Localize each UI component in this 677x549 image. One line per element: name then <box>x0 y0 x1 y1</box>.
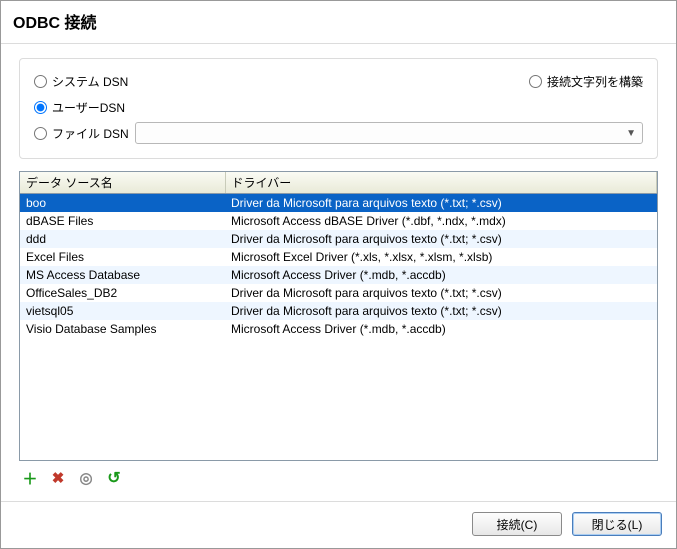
cell-dsn-name: Excel Files <box>20 248 225 266</box>
dsn-table[interactable]: データ ソース名 ドライバー booDriver da Microsoft pa… <box>20 172 657 338</box>
radio-build-conn-input[interactable] <box>529 75 542 88</box>
radio-user-dsn[interactable]: ユーザーDSN <box>34 99 125 116</box>
edit-icon[interactable]: ◎ <box>77 469 95 487</box>
radio-file-dsn[interactable]: ファイル DSN <box>34 125 129 142</box>
table-empty-area <box>20 338 657 461</box>
col-header-driver[interactable]: ドライバー <box>225 172 657 194</box>
cell-dsn-name: Visio Database Samples <box>20 320 225 338</box>
dsn-table-container: データ ソース名 ドライバー booDriver da Microsoft pa… <box>19 171 658 461</box>
table-row[interactable]: dBASE FilesMicrosoft Access dBASE Driver… <box>20 212 657 230</box>
refresh-icon[interactable]: ↺ <box>105 469 123 487</box>
radio-user-dsn-label: ユーザーDSN <box>52 99 125 116</box>
cell-dsn-name: boo <box>20 194 225 212</box>
radio-user-dsn-input[interactable] <box>34 101 47 114</box>
table-row[interactable]: booDriver da Microsoft para arquivos tex… <box>20 194 657 212</box>
cell-driver: Microsoft Access Driver (*.mdb, *.accdb) <box>225 320 657 338</box>
dialog-footer: 接続(C) 閉じる(L) <box>1 501 676 548</box>
connect-button[interactable]: 接続(C) <box>472 512 562 536</box>
table-row[interactable]: Visio Database SamplesMicrosoft Access D… <box>20 320 657 338</box>
radio-file-dsn-label: ファイル DSN <box>52 125 129 142</box>
cell-dsn-name: MS Access Database <box>20 266 225 284</box>
table-row[interactable]: dddDriver da Microsoft para arquivos tex… <box>20 230 657 248</box>
cell-dsn-name: vietsql05 <box>20 302 225 320</box>
cell-driver: Microsoft Access Driver (*.mdb, *.accdb) <box>225 266 657 284</box>
dialog-title: ODBC 接続 <box>1 1 676 44</box>
col-header-name[interactable]: データ ソース名 <box>20 172 225 194</box>
table-toolbar: ＋ ✖ ◎ ↺ <box>19 461 658 491</box>
table-row[interactable]: vietsql05Driver da Microsoft para arquiv… <box>20 302 657 320</box>
add-icon[interactable]: ＋ <box>21 469 39 487</box>
cell-driver: Microsoft Excel Driver (*.xls, *.xlsx, *… <box>225 248 657 266</box>
table-row[interactable]: MS Access DatabaseMicrosoft Access Drive… <box>20 266 657 284</box>
radio-build-conn[interactable]: 接続文字列を構築 <box>529 73 643 90</box>
radio-build-conn-label: 接続文字列を構築 <box>547 73 643 90</box>
radio-system-dsn-label: システム DSN <box>52 73 128 90</box>
odbc-dialog: ODBC 接続 システム DSN 接続文字列を構築 ユーザーDSN <box>0 0 677 549</box>
cell-driver: Driver da Microsoft para arquivos texto … <box>225 302 657 320</box>
cell-dsn-name: ddd <box>20 230 225 248</box>
cell-dsn-name: dBASE Files <box>20 212 225 230</box>
chevron-down-icon: ▼ <box>626 128 636 139</box>
cell-driver: Driver da Microsoft para arquivos texto … <box>225 230 657 248</box>
cell-driver: Driver da Microsoft para arquivos texto … <box>225 284 657 302</box>
radio-file-dsn-input[interactable] <box>34 127 47 140</box>
radio-system-dsn-input[interactable] <box>34 75 47 88</box>
file-dsn-dropdown[interactable]: ▼ <box>135 122 643 144</box>
dialog-content: システム DSN 接続文字列を構築 ユーザーDSN ファイル DSN <box>1 44 676 501</box>
table-row[interactable]: Excel FilesMicrosoft Excel Driver (*.xls… <box>20 248 657 266</box>
radio-system-dsn[interactable]: システム DSN <box>34 73 128 90</box>
cell-dsn-name: OfficeSales_DB2 <box>20 284 225 302</box>
cell-driver: Driver da Microsoft para arquivos texto … <box>225 194 657 212</box>
close-button[interactable]: 閉じる(L) <box>572 512 662 536</box>
cell-driver: Microsoft Access dBASE Driver (*.dbf, *.… <box>225 212 657 230</box>
dsn-type-group: システム DSN 接続文字列を構築 ユーザーDSN ファイル DSN <box>19 58 658 159</box>
table-row[interactable]: OfficeSales_DB2Driver da Microsoft para … <box>20 284 657 302</box>
delete-icon[interactable]: ✖ <box>49 469 67 487</box>
